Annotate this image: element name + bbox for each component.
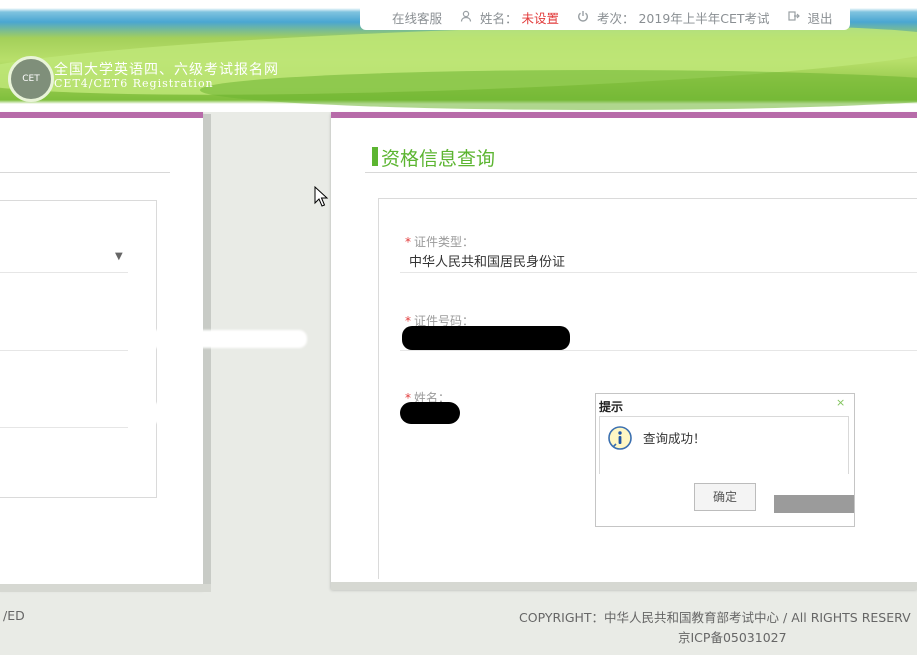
id-type-label: * 证件类型：: [405, 235, 475, 249]
blurred-field: [142, 403, 200, 423]
section-marker: [372, 147, 378, 166]
section-title: 资格信息查询: [381, 148, 496, 170]
divider: [0, 427, 128, 428]
divider: [0, 172, 170, 173]
dialog-body: [599, 416, 849, 476]
obscured-area: [774, 495, 854, 513]
power-icon: [577, 10, 589, 25]
dialog-title: 提示: [599, 400, 624, 414]
exam-label: 考次：: [596, 11, 635, 26]
divider: [0, 350, 128, 351]
top-nav: 在线客服 姓名： 未设置 考次： 2019年上半年CET考试 退出: [392, 8, 833, 27]
left-panel-shadow: [203, 114, 211, 584]
panel-base: [331, 582, 917, 590]
dropdown-caret-icon[interactable]: ▼: [115, 251, 123, 262]
online-service-link[interactable]: 在线客服: [392, 8, 442, 27]
exam-value[interactable]: 2019年上半年CET考试: [638, 8, 769, 27]
ok-button[interactable]: 确定: [694, 483, 756, 511]
id-number-redacted: [402, 326, 570, 350]
divider: [400, 272, 917, 273]
footer-copyright: COPYRIGHT：中华人民共和国教育部考试中心 / All RIGHTS RE…: [519, 610, 911, 625]
divider: [400, 350, 917, 351]
blurred-field: [142, 330, 307, 348]
name-value-link[interactable]: 未设置: [521, 8, 559, 27]
dialog-message: 查询成功！: [643, 431, 706, 446]
site-subtitle: CET4/CET6 Registration: [54, 77, 214, 90]
info-icon: [607, 425, 633, 451]
name-redacted: [400, 402, 460, 424]
user-icon: [460, 10, 472, 25]
divider: [365, 172, 917, 173]
logout-icon: [787, 10, 800, 25]
footer-icp[interactable]: 京ICP备05031027: [678, 627, 787, 646]
close-icon[interactable]: ×: [836, 396, 845, 409]
footer-left-fragment: /ED: [3, 608, 25, 623]
cet-logo: CET: [8, 56, 54, 102]
logout-link[interactable]: 退出: [808, 8, 833, 27]
left-form-box: [0, 200, 157, 498]
divider: [0, 272, 128, 273]
panel-base: [0, 584, 211, 592]
id-type-value: 中华人民共和国居民身份证: [409, 255, 566, 270]
name-label: 姓名：: [479, 11, 518, 26]
cursor-icon: [314, 185, 330, 208]
site-title: 全国大学英语四、六级考试报名网: [54, 62, 279, 78]
